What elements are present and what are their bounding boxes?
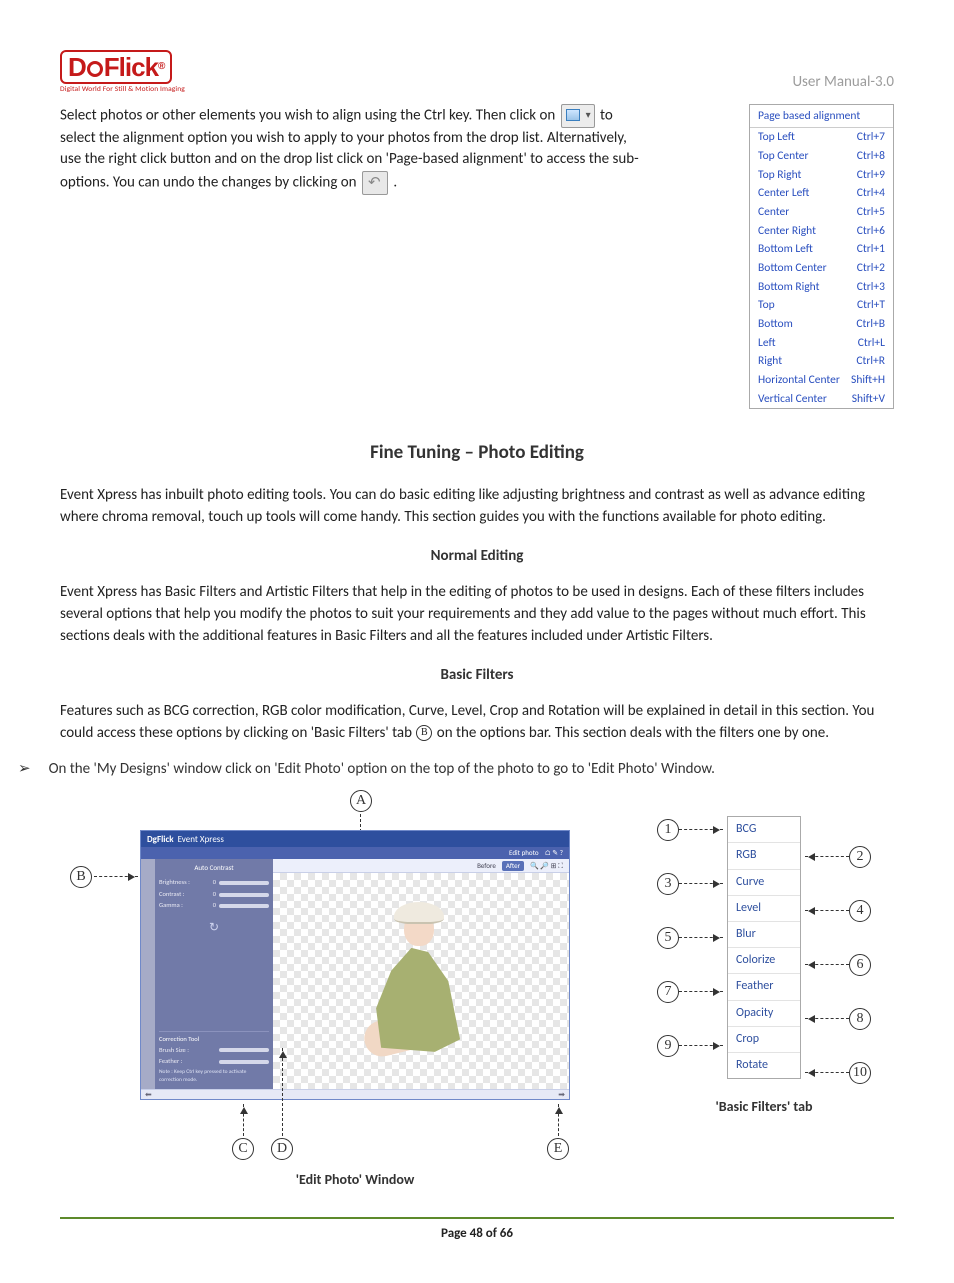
align-menu-item: CenterCtrl+5	[750, 203, 893, 222]
undo-icon	[362, 171, 388, 195]
filter-item: BCG	[728, 817, 800, 843]
align-menu-title: Page based alignment	[750, 105, 893, 129]
bullet-edit-photo: ➢ On the 'My Designs' window click on 'E…	[18, 759, 894, 781]
filter-item: RGB	[728, 843, 800, 869]
align-menu-item: Bottom CenterCtrl+2	[750, 259, 893, 278]
photo-subject	[350, 894, 480, 1064]
filter-item: Level	[728, 896, 800, 922]
filter-callout: 3	[657, 873, 679, 895]
align-menu-item: Top CenterCtrl+8	[750, 147, 893, 166]
edit-photo-bar: Edit photo ⌂ ✎ ?	[141, 847, 569, 859]
window-title: Event Xpress	[178, 833, 224, 846]
page-based-alignment-menu: Page based alignment Top LeftCtrl+7Top C…	[749, 104, 894, 410]
align-menu-item: Horizontal CenterShift+H	[750, 371, 893, 390]
filter-callout: 8	[849, 1008, 871, 1030]
filter-item: Feather	[728, 974, 800, 1000]
align-menu-item: BottomCtrl+B	[750, 315, 893, 334]
home-icon: ⌂ ✎ ?	[545, 848, 563, 858]
filter-item: Blur	[728, 922, 800, 948]
filter-callout: 1	[657, 819, 679, 841]
slider-row: Gamma :0	[159, 900, 269, 911]
zoom-icons: 🔍 🔎 ⊞ ⛶	[530, 861, 563, 871]
window-bottom-bar: ⬅ ➡	[141, 1089, 569, 1099]
callout-D: D	[271, 1138, 293, 1160]
logo: DFlick® Digital World For Still & Motion…	[60, 50, 185, 94]
filter-item: Curve	[728, 870, 800, 896]
filter-item: Crop	[728, 1027, 800, 1053]
side-tabs	[141, 859, 155, 1089]
callout-A: A	[350, 790, 372, 812]
align-menu-item: Center RightCtrl+6	[750, 222, 893, 241]
filter-callout: 5	[657, 927, 679, 949]
filter-callout: 7	[657, 981, 679, 1003]
slider-row: Contrast :0	[159, 889, 269, 900]
forward-icon: ➡	[558, 1090, 565, 1099]
panel-title: Auto Contrast	[159, 863, 269, 873]
basic-filters-list: BCGRGBCurveLevelBlurColorizeFeatherOpaci…	[727, 816, 801, 1079]
filter-panel: Auto Contrast Brightness :0Contrast :0Ga…	[155, 859, 273, 1089]
arrow-E	[558, 1104, 559, 1136]
figure-basic-filters-tab: BCGRGBCurveLevelBlurColorizeFeatherOpaci…	[634, 790, 894, 1117]
paragraph-normal-editing: Event Xpress has Basic Filters and Artis…	[60, 582, 894, 647]
callout-B: B	[70, 866, 92, 888]
paragraph-basic-filters: Features such as BCG correction, RGB col…	[60, 701, 894, 745]
window-brand: DgFlick	[147, 833, 174, 846]
window-titlebar: DgFlick Event Xpress	[141, 831, 569, 847]
filter-callout: 9	[657, 1035, 679, 1057]
heading-normal-editing: Normal Editing	[60, 546, 894, 568]
basic-filters-tab-icon: B	[416, 725, 432, 741]
callout-E: E	[547, 1138, 569, 1160]
align-dropdown-icon	[561, 104, 595, 128]
filter-callout: 4	[849, 900, 871, 922]
align-menu-item: Top LeftCtrl+7	[750, 128, 893, 147]
slider-row: Brightness :0	[159, 877, 269, 888]
caption-filters-tab: 'Basic Filters' tab	[634, 1097, 894, 1117]
edit-photo-window: DgFlick Event Xpress Edit photo ⌂ ✎ ? Au…	[140, 830, 570, 1100]
reset-icon: ↻	[209, 920, 219, 937]
align-menu-item: Top RightCtrl+9	[750, 166, 893, 185]
align-menu-item: Bottom RightCtrl+3	[750, 278, 893, 297]
heading-basic-filters: Basic Filters	[60, 665, 894, 687]
filter-callout: 6	[849, 954, 871, 976]
manual-version: User Manual-3.0	[792, 72, 894, 94]
filter-callout: 10	[849, 1062, 871, 1084]
filter-item: Colorize	[728, 948, 800, 974]
align-menu-item: RightCtrl+R	[750, 352, 893, 371]
align-menu-item: TopCtrl+T	[750, 296, 893, 315]
caption-edit-window: 'Edit Photo' Window	[140, 1170, 570, 1190]
align-menu-item: LeftCtrl+L	[750, 334, 893, 353]
align-menu-item: Center LeftCtrl+4	[750, 184, 893, 203]
paragraph-fine-tuning: Event Xpress has inbuilt photo editing t…	[60, 485, 894, 529]
page-footer: Page 48 of 66	[60, 1217, 894, 1244]
canvas-toolbar: Before After 🔍 🔎 ⊞ ⛶	[273, 859, 569, 873]
align-menu-item: Vertical CenterShift+V	[750, 390, 893, 409]
page-header: DFlick® Digital World For Still & Motion…	[60, 50, 894, 94]
logo-text: DFlick®	[60, 50, 172, 84]
arrow-D	[282, 1048, 283, 1136]
filter-callout: 2	[849, 846, 871, 868]
correction-tool-block: Correction Tool Brush Size : Feather : N…	[159, 1031, 269, 1085]
arrow-C	[243, 1104, 244, 1136]
align-menu-item: Bottom LeftCtrl+1	[750, 240, 893, 259]
heading-fine-tuning: Fine Tuning – Photo Editing	[60, 439, 894, 467]
back-icon: ⬅	[145, 1090, 152, 1099]
intro-paragraph: Select photos or other elements you wish…	[60, 104, 639, 410]
filter-item: Rotate	[728, 1053, 800, 1078]
callout-C: C	[232, 1138, 254, 1160]
arrow-B	[94, 876, 138, 877]
figure-edit-window: A B DgFlick Event Xpress Edit photo ⌂ ✎ …	[60, 790, 594, 1190]
canvas: Before After 🔍 🔎 ⊞ ⛶	[273, 859, 569, 1089]
bullet-icon: ➢	[18, 759, 31, 780]
logo-tagline: Digital World For Still & Motion Imaging	[60, 86, 185, 94]
filter-item: Opacity	[728, 1001, 800, 1027]
